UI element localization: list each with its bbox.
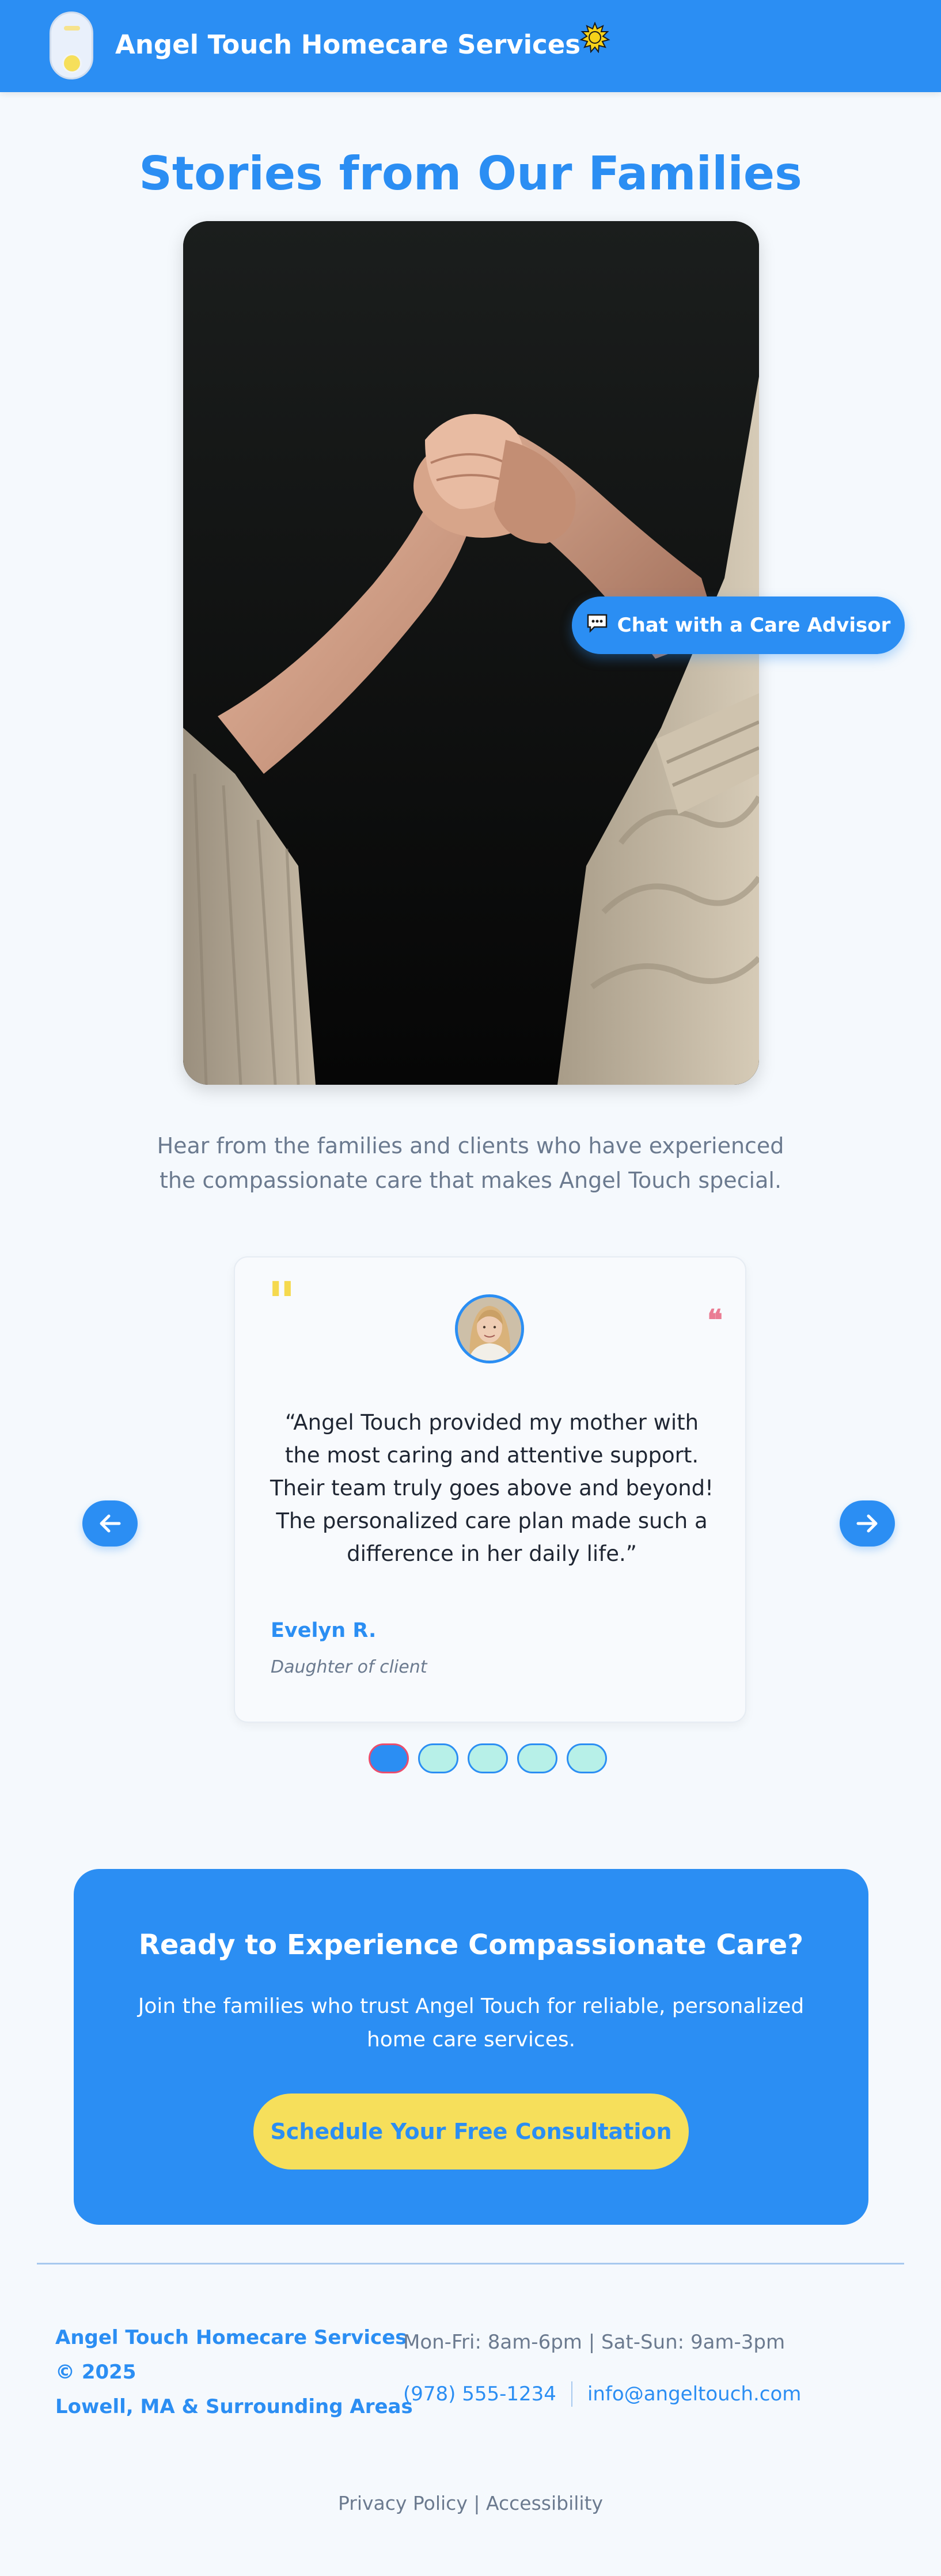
footer-hours: Mon-Fri: 8am-6pm | Sat-Sun: 9am-3pm — [403, 2331, 786, 2354]
chat-advisor-label: Chat with a Care Advisor — [617, 614, 891, 637]
cta-section: Ready to Experience Compassionate Care? … — [74, 1869, 868, 2225]
chat-advisor-button[interactable]: Chat with a Care Advisor — [572, 596, 905, 654]
carousel-dot-3[interactable] — [468, 1743, 508, 1773]
carousel-dot-5[interactable] — [567, 1743, 607, 1773]
quote-close-icon: ❝ — [707, 1303, 723, 1337]
footer-divider — [37, 2263, 904, 2265]
carousel-dot-1[interactable] — [369, 1743, 409, 1773]
footer-brand-name: Angel Touch Homecare Services — [55, 2326, 407, 2349]
prev-testimonial-button[interactable] — [82, 1500, 138, 1547]
schedule-consultation-button[interactable]: Schedule Your Free Consultation — [253, 2094, 689, 2170]
avatar — [455, 1294, 524, 1363]
intro-text: Hear from the families and clients who h… — [157, 1133, 784, 1193]
cta-text: Join the families who trust Angel Touch … — [138, 1994, 805, 2051]
testimonial-role: Daughter of client — [271, 1657, 427, 1677]
carousel-dot-4[interactable] — [517, 1743, 557, 1773]
logo-icon[interactable] — [50, 12, 93, 79]
footer-links: Privacy Policy | Accessibility — [0, 2492, 941, 2514]
footer-brand: Angel Touch Homecare Services © 2025 Low… — [55, 2320, 413, 2424]
carousel-dot-2[interactable] — [418, 1743, 458, 1773]
email-link[interactable]: info@angeltouch.com — [587, 2383, 801, 2406]
carousel-indicators — [369, 1743, 607, 1773]
footer-copyright: © 2025 — [55, 2361, 136, 2384]
footer-contact: (978) 555-1234 info@angeltouch.com — [403, 2381, 801, 2407]
quote-open-icon: " — [267, 1270, 297, 1335]
testimonial-author: Evelyn R. — [271, 1619, 377, 1642]
page-title: Stories from Our Families — [139, 147, 802, 200]
cta-title: Ready to Experience Compassionate Care? — [138, 1929, 804, 1961]
chat-bubble-icon — [586, 613, 608, 638]
footer-link-separator: | — [473, 2492, 480, 2514]
arrow-left-icon — [100, 1514, 121, 1533]
site-header: Angel Touch Homecare Services — [0, 0, 941, 92]
arrow-right-icon — [856, 1514, 878, 1533]
testimonial-card: " ❝ “Angel Touch provided my mother with… — [234, 1256, 746, 1723]
phone-link[interactable]: (978) 555-1234 — [403, 2383, 556, 2406]
footer-location: Lowell, MA & Surrounding Areas — [55, 2395, 413, 2418]
brand-name[interactable]: Angel Touch Homecare Services — [115, 28, 580, 62]
sun-icon[interactable] — [578, 21, 612, 54]
next-testimonial-button[interactable] — [840, 1500, 895, 1547]
testimonial-quote: “Angel Touch provided my mother with the… — [270, 1410, 714, 1566]
contact-divider — [571, 2381, 572, 2407]
accessibility-link[interactable]: Accessibility — [486, 2492, 603, 2514]
privacy-policy-link[interactable]: Privacy Policy — [338, 2492, 468, 2514]
